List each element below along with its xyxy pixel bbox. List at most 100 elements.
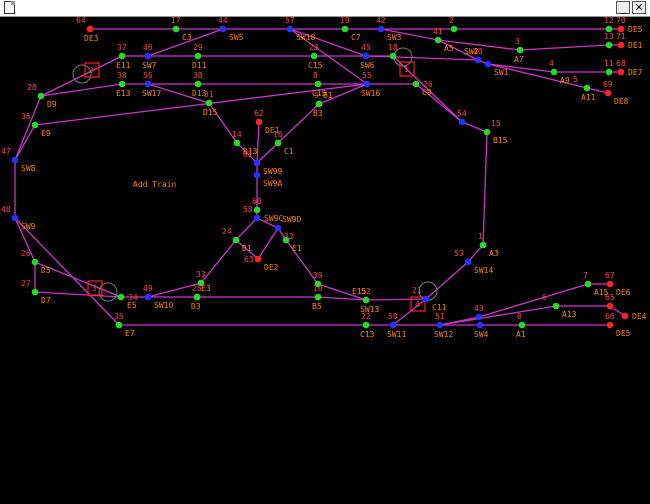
dead-end-node[interactable] <box>86 25 94 33</box>
node-name: DE4 <box>632 312 647 321</box>
track-node[interactable] <box>583 84 591 92</box>
switch-node[interactable] <box>436 321 444 329</box>
dead-end-node[interactable] <box>604 89 612 97</box>
track-node[interactable] <box>516 46 524 54</box>
node-number: 14 <box>232 130 242 139</box>
track-node[interactable] <box>253 206 261 214</box>
node-name: SW4 <box>474 330 489 339</box>
switch-node[interactable] <box>253 171 261 179</box>
node-number: 69 <box>603 80 613 89</box>
track-node[interactable] <box>31 288 39 296</box>
switch-node[interactable] <box>286 25 294 33</box>
switch-node[interactable] <box>144 52 152 60</box>
track-node[interactable] <box>412 80 420 88</box>
switch-node[interactable] <box>474 56 482 64</box>
track-node[interactable] <box>552 302 560 310</box>
track-node[interactable] <box>314 293 322 301</box>
switch-node[interactable] <box>422 295 430 303</box>
track-network-canvas[interactable]: 2314 64DE317C344SW557SW1819C742SW3241A51… <box>0 16 650 504</box>
track-node[interactable] <box>483 128 491 136</box>
track-node[interactable] <box>115 321 123 329</box>
node-name: C1 <box>284 147 294 156</box>
track-node[interactable] <box>310 52 318 60</box>
track-node[interactable] <box>518 321 526 329</box>
node-number: 10 <box>313 284 323 293</box>
switch-node[interactable] <box>362 52 370 60</box>
node-number: 45 <box>361 43 371 52</box>
track-node[interactable] <box>205 99 213 107</box>
track-node[interactable] <box>31 258 39 266</box>
track-segment <box>14 95 42 161</box>
track-node[interactable] <box>31 121 39 129</box>
track-node[interactable] <box>584 280 592 288</box>
add-train-button[interactable]: Add Train <box>133 180 177 189</box>
track-node[interactable] <box>315 100 323 108</box>
node-number: 8 <box>313 71 318 80</box>
node-name: E5 <box>127 301 137 310</box>
track-node[interactable] <box>389 52 397 60</box>
track-node[interactable] <box>118 80 126 88</box>
node-number: 22 <box>361 312 371 321</box>
node-name: DE5 <box>616 329 631 338</box>
track-segment <box>365 55 479 61</box>
switch-node[interactable] <box>144 293 152 301</box>
switch-node[interactable] <box>274 224 282 232</box>
dead-end-node[interactable] <box>606 321 614 329</box>
track-node[interactable] <box>274 139 282 147</box>
node-name: D5 <box>41 266 51 275</box>
track-node[interactable] <box>341 25 349 33</box>
track-node[interactable] <box>362 296 370 304</box>
switch-node[interactable] <box>144 80 152 88</box>
switch-node[interactable] <box>484 60 492 68</box>
node-number: 31 <box>204 90 214 99</box>
track-node[interactable] <box>550 68 558 76</box>
node-name: DE1 <box>628 41 643 50</box>
node-name: SW12 <box>434 330 453 339</box>
dead-end-node[interactable] <box>617 41 625 49</box>
node-number: 7 <box>583 271 588 280</box>
dead-end-node[interactable] <box>617 68 625 76</box>
switch-node[interactable] <box>11 214 19 222</box>
dead-end-node[interactable] <box>254 255 262 263</box>
track-node[interactable] <box>362 321 370 329</box>
track-node[interactable] <box>193 293 201 301</box>
track-node[interactable] <box>194 52 202 60</box>
track-node[interactable] <box>605 68 613 76</box>
train-marker-number: 2 <box>89 66 94 75</box>
track-node[interactable] <box>605 41 613 49</box>
close-button[interactable]: ✕ <box>632 1 646 14</box>
switch-node[interactable] <box>458 118 466 126</box>
track-node[interactable] <box>233 139 241 147</box>
track-node[interactable] <box>37 92 45 100</box>
track-segment <box>439 305 557 326</box>
switch-node[interactable] <box>389 321 397 329</box>
switch-node[interactable] <box>475 313 483 321</box>
switch-node[interactable] <box>11 156 19 164</box>
node-name: D9 <box>47 100 57 109</box>
node-number: 44 <box>218 16 228 25</box>
track-node[interactable] <box>450 25 458 33</box>
track-node[interactable] <box>232 236 240 244</box>
dead-end-node[interactable] <box>621 312 629 320</box>
node-name: SW9D <box>282 215 301 224</box>
track-node[interactable] <box>434 36 442 44</box>
switch-node[interactable] <box>219 25 227 33</box>
track-node[interactable] <box>194 80 202 88</box>
switch-node[interactable] <box>476 321 484 329</box>
dead-end-node[interactable] <box>255 118 263 126</box>
track-node[interactable] <box>479 241 487 249</box>
node-number: 41 <box>433 27 443 36</box>
switch-node[interactable] <box>377 25 385 33</box>
minimize-button[interactable]: _ <box>616 1 630 14</box>
track-node[interactable] <box>172 25 180 33</box>
switch-node[interactable] <box>363 80 371 88</box>
switch-node[interactable] <box>253 214 261 222</box>
track-node[interactable] <box>117 293 125 301</box>
switch-node[interactable] <box>464 258 472 266</box>
track-node[interactable] <box>118 52 126 60</box>
node-number: 26 <box>21 249 31 258</box>
switch-node[interactable] <box>253 159 261 167</box>
track-node[interactable] <box>314 80 322 88</box>
dead-end-node[interactable] <box>606 302 614 310</box>
dead-end-node[interactable] <box>606 280 614 288</box>
